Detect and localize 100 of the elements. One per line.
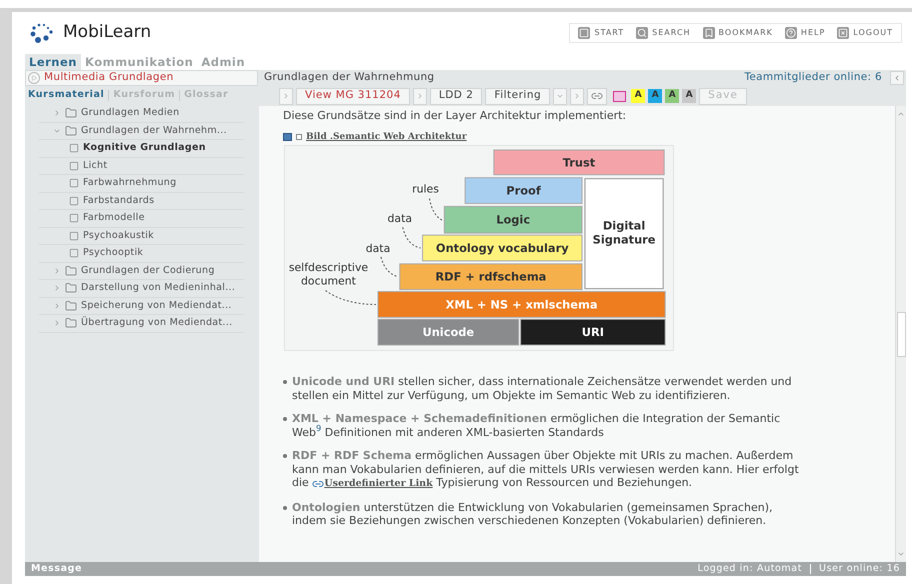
link-button[interactable] <box>587 88 608 104</box>
nav-link[interactable]: LOGOUT <box>837 27 893 39</box>
scroll-up-icon[interactable] <box>897 110 905 118</box>
layer-block: URI <box>520 318 666 346</box>
caret-icon[interactable] <box>53 302 61 310</box>
tree-item[interactable]: Übertragung von Mediendat... <box>39 315 244 332</box>
layer-block: XML + NS + xmlschema <box>378 291 666 318</box>
tree-label[interactable]: Speicherung von Mediendat... <box>81 298 232 313</box>
folder-icon <box>65 282 77 294</box>
bullet-icon <box>283 506 287 510</box>
leader-line <box>429 198 443 221</box>
course-title[interactable]: Multimedia Grundlagen <box>25 70 258 86</box>
scrollbar[interactable] <box>895 106 906 562</box>
tree-label[interactable]: Kognitive Grundlagen <box>83 141 206 156</box>
tree-label[interactable]: Farbmodelle <box>83 211 145 226</box>
layer-block: Trust <box>493 149 665 176</box>
leader-line <box>402 226 422 248</box>
page-icon <box>69 230 79 241</box>
layer-block: Proof <box>464 177 582 204</box>
start-icon <box>578 27 590 39</box>
custom-link[interactable]: Userdefinierter Link <box>312 478 433 489</box>
nav-link[interactable]: BOOKMARK <box>702 27 773 39</box>
annotation-label: selfdescriptive document <box>288 260 368 288</box>
highlight-button[interactable]: A <box>631 89 646 103</box>
search-icon <box>636 27 648 39</box>
caret-icon[interactable] <box>53 266 61 275</box>
bullet-text: Unicode und URI stellen sicher, dass internationale Zeichensätze verwendet werden und stellen ein Mittel zur Verfügung, um Objekte im Semantic Web zu identifizieren. <box>292 375 793 402</box>
page-icon <box>69 178 79 188</box>
tree-item[interactable]: Farbwahrnehmung <box>39 175 244 192</box>
annotation-label: data <box>388 212 412 226</box>
tree-item[interactable]: Grundlagen Medien <box>39 105 244 122</box>
layer-block: Digital Signature <box>584 178 664 290</box>
tree-label[interactable]: Farbstandards <box>83 194 154 208</box>
scroll-thumb[interactable] <box>896 312 906 356</box>
tree-label[interactable]: Grundlagen der Codierung <box>81 264 215 278</box>
bullet-icon <box>283 380 287 384</box>
highlight-button[interactable]: A <box>682 89 696 103</box>
annotation-label: data <box>366 242 390 255</box>
collapse-button[interactable] <box>890 71 904 85</box>
caret-icon[interactable] <box>53 284 61 292</box>
main-tab[interactable]: Lernen <box>25 54 81 70</box>
tree-label[interactable]: Psychooptik <box>83 246 144 260</box>
intro-text: Diese Grundsätze sind in der Layer Architektur implementiert: <box>283 109 628 122</box>
bullet-text: RDF + RDF Schema ermöglichen Aussagen über Objekte mit URIs zu machen. Außerdem kann man Vokabularien definieren, auf die mittels URIs verwiesen werden kann. Hier erfolgt die Userdefinierter Link Typisierung von Ressourcen und Beziehungen. <box>292 449 800 490</box>
image-icon <box>283 133 292 142</box>
nav-link[interactable]: SEARCH <box>636 27 691 39</box>
caret-icon[interactable] <box>53 319 61 328</box>
tree-label[interactable]: Licht <box>83 158 108 173</box>
tree-label[interactable]: Psychoakustik <box>83 228 154 243</box>
tree-item[interactable]: Farbmodelle <box>39 210 244 228</box>
tree-item[interactable]: Psychooptik <box>39 245 244 262</box>
annotation-label: rules <box>412 182 439 196</box>
tree-item[interactable]: Farbstandards <box>39 192 244 210</box>
users-online: User online: 16 <box>819 562 900 576</box>
folder-icon <box>65 264 77 277</box>
leader-line <box>325 290 376 305</box>
caret-icon <box>893 74 901 82</box>
filter-button[interactable]: Filtering <box>485 88 550 104</box>
layer-block: Logic <box>444 206 582 234</box>
checkbox-icon <box>296 134 302 140</box>
tree-item[interactable]: Grundlagen der Wahrnehm... <box>39 122 244 140</box>
tree-label[interactable]: Darstellung von Medieninhal... <box>81 281 236 296</box>
scroll-down-icon[interactable] <box>897 550 905 558</box>
sub-tab[interactable]: Kursmaterial <box>28 88 104 102</box>
breadcrumb: Grundlagen der Wahrnehmung <box>264 70 434 86</box>
dropdown-button[interactable] <box>553 88 568 104</box>
app-title: MobiLearn <box>63 21 152 44</box>
tree-label[interactable]: Grundlagen Medien <box>81 106 180 120</box>
page-icon <box>69 248 79 258</box>
highlight-button[interactable]: A <box>665 89 680 103</box>
tree-item[interactable]: Psychoakustik <box>39 228 244 245</box>
tree-item[interactable]: Speicherung von Mediendat... <box>39 298 244 315</box>
view-button[interactable]: View MG 311204 <box>296 88 410 104</box>
folder-icon <box>65 124 77 137</box>
message-label: Message <box>31 562 82 576</box>
highlight-button[interactable]: A <box>648 89 662 103</box>
tree-label[interactable]: Grundlagen der Wahrnehm... <box>81 124 227 138</box>
leader-line <box>380 256 398 278</box>
nav-link[interactable]: HELP <box>784 27 826 39</box>
layer-block: Unicode <box>378 318 520 346</box>
tree-item[interactable]: Grundlagen der Codierung <box>39 262 244 280</box>
bullet-icon <box>283 454 287 458</box>
page-icon <box>69 160 79 171</box>
tree-item[interactable]: Darstellung von Medieninhal... <box>39 280 244 298</box>
tree-label[interactable]: Farbwahrnehmung <box>83 176 176 190</box>
figure-caption[interactable]: Bild .Semantic Web Architektur <box>306 130 467 144</box>
tree-item[interactable]: Kognitive Grundlagen <box>39 140 244 158</box>
link-icon <box>591 90 604 102</box>
tree-label[interactable]: Übertragung von Mediendat... <box>81 316 232 330</box>
play-button[interactable] <box>412 88 427 104</box>
bookmark-icon <box>702 27 715 39</box>
play-button[interactable] <box>279 88 293 104</box>
nav-link[interactable]: START <box>578 27 624 39</box>
tree-item[interactable]: Licht <box>39 158 244 175</box>
play-button[interactable] <box>570 88 584 104</box>
folder-icon <box>65 300 77 312</box>
ldd-button[interactable]: LDD 2 <box>430 88 482 104</box>
layer-block: RDF + rdfschema <box>399 263 582 290</box>
caret-icon[interactable] <box>53 109 61 118</box>
bullet-text: Ontologien unterstützen die Entwicklung von Vokabularien (gemeinsamen Sprachen), indem sie Beziehungen zwischen verschiedenen Konzepten (Vokabularien) definieren. <box>292 500 774 528</box>
